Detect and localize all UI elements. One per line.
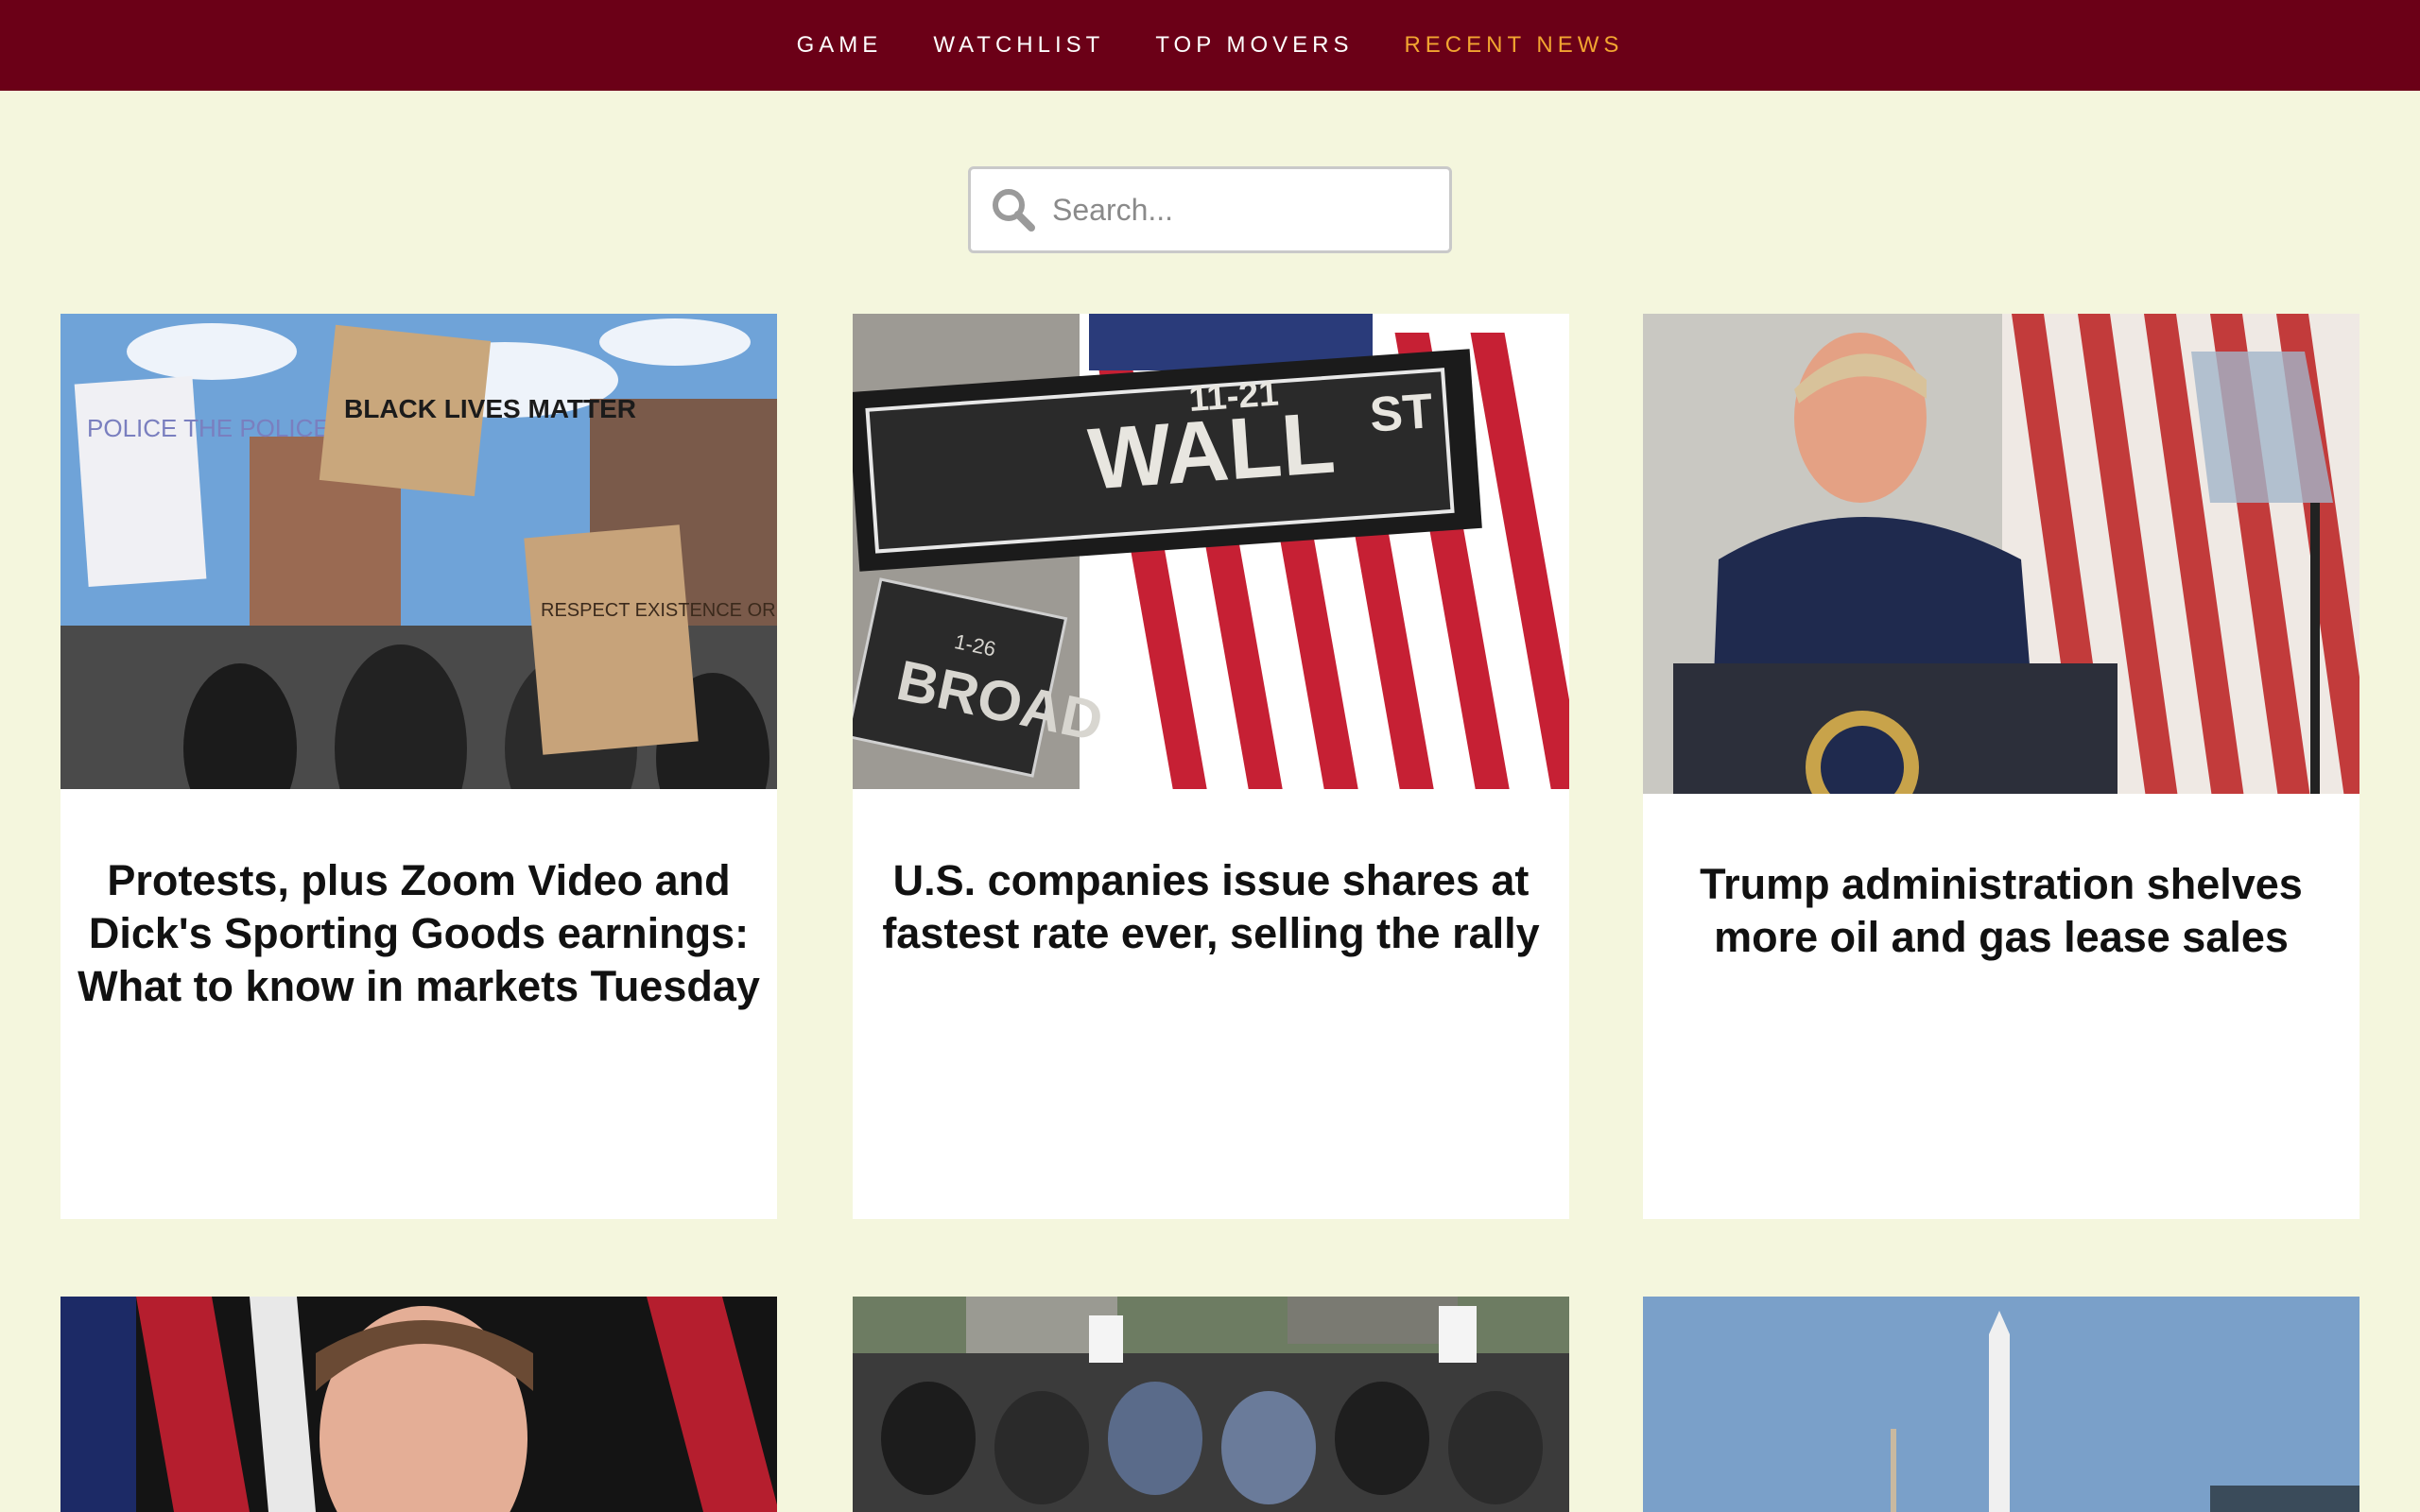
sign-text: BLACK LIVES MATTER (344, 394, 636, 423)
sign-text: POLICE THE POLICE (87, 414, 330, 442)
sign-text: 11-21 (1187, 373, 1280, 420)
article-image: POLICE THE POLICE BLACK LIVES MATTER RES… (60, 314, 777, 789)
news-card[interactable] (853, 1297, 1569, 1512)
search-box (968, 166, 1452, 253)
nav-game[interactable]: GAME (797, 32, 883, 59)
sign-text: ST (1368, 384, 1435, 443)
article-image (1643, 1297, 2360, 1512)
nav-recent-news[interactable]: RECENT NEWS (1404, 32, 1623, 59)
nav-watchlist[interactable]: WATCHLIST (933, 32, 1104, 59)
article-headline[interactable]: U.S. companies issue shares at fastest r… (853, 854, 1569, 960)
news-card[interactable]: Trump administration shelves more oil an… (1643, 314, 2360, 1219)
search-icon (993, 189, 1035, 232)
top-nav: GAME WATCHLIST TOP MOVERS RECENT NEWS (0, 0, 2420, 91)
article-image: WALL ST 11-21 BROAD 1-26 (853, 314, 1569, 789)
news-card[interactable]: POLICE THE POLICE BLACK LIVES MATTER RES… (60, 314, 777, 1219)
news-card[interactable] (1643, 1297, 2360, 1512)
article-image (853, 1297, 1569, 1512)
sign-text: RESPECT EXISTENCE OR EXPECT RESISTANCE (541, 600, 777, 621)
news-card[interactable]: WALL ST 11-21 BROAD 1-26 U.S. companies … (853, 314, 1569, 1219)
article-image (60, 1297, 777, 1512)
news-card[interactable] (60, 1297, 777, 1512)
article-headline[interactable]: Trump administration shelves more oil an… (1643, 858, 2360, 964)
article-image (1643, 314, 2360, 794)
article-headline[interactable]: Protests, plus Zoom Video and Dick's Spo… (60, 854, 777, 1013)
nav-top-movers[interactable]: TOP MOVERS (1155, 32, 1353, 59)
search-input[interactable] (1052, 192, 1421, 228)
